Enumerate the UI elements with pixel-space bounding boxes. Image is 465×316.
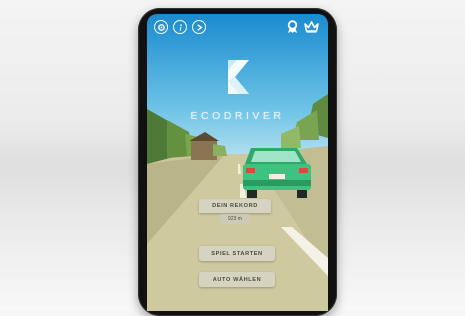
award-ribbon-icon xyxy=(287,20,297,33)
share-button[interactable] xyxy=(192,20,206,34)
info-icon xyxy=(179,23,182,31)
top-bar xyxy=(147,14,328,44)
gear-icon xyxy=(157,23,165,31)
info-button[interactable] xyxy=(173,20,187,34)
record-label: DEIN REKORD xyxy=(199,199,271,213)
game-screen: ECODRIVER DEIN REKORD 923 m SPIEL STARTE… xyxy=(147,14,328,311)
app-logo xyxy=(147,60,328,98)
share-icon xyxy=(196,23,202,31)
crown-icon xyxy=(303,21,319,33)
ecodriver-logo-icon xyxy=(227,60,249,94)
record-value: 923 m xyxy=(220,214,250,224)
settings-button[interactable] xyxy=(154,20,168,34)
leaderboard-button[interactable] xyxy=(303,19,319,35)
start-game-button[interactable]: SPIEL STARTEN xyxy=(199,246,275,261)
brand-name: ECODRIVER xyxy=(190,110,285,122)
game-scene xyxy=(147,14,328,311)
choose-car-button[interactable]: AUTO WÄHLEN xyxy=(199,272,275,287)
achievements-button[interactable] xyxy=(284,19,300,35)
